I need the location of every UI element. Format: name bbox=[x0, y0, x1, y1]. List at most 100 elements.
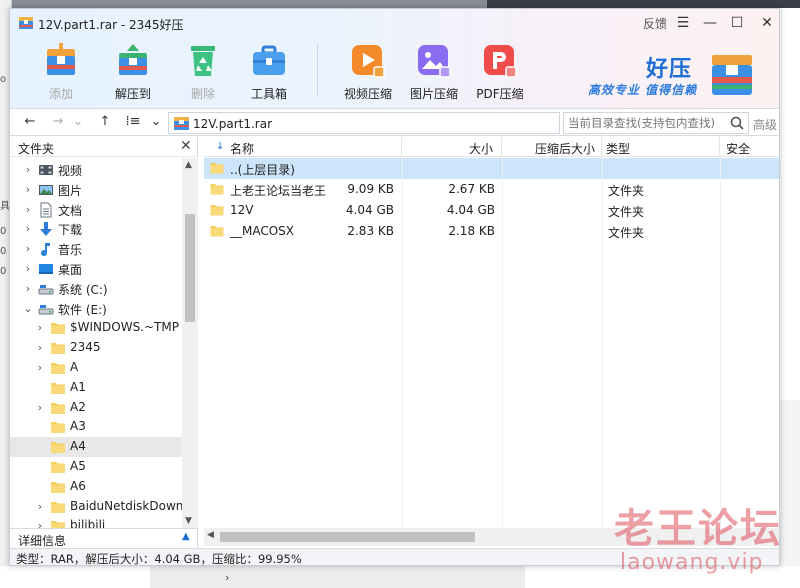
tree-item[interactable]: › A2 bbox=[10, 398, 182, 418]
chevron-right-icon[interactable]: › bbox=[34, 340, 46, 356]
tree-item[interactable]: › 图片 bbox=[10, 180, 182, 200]
folder-icon bbox=[210, 182, 224, 196]
chevron-right-icon[interactable]: › bbox=[34, 360, 46, 376]
title-bar[interactable]: 12V.part1.rar - 2345好压 反馈 ☰ — ☐ ✕ bbox=[10, 9, 779, 37]
tree-item[interactable]: › 2345 bbox=[10, 338, 182, 358]
column-type-label: 类型 bbox=[606, 142, 631, 156]
view-mode-icon[interactable]: ⁞≡ bbox=[125, 114, 141, 130]
brand-logo: 好压 高效专业 值得信赖 bbox=[588, 51, 778, 101]
chevron-right-icon[interactable]: › bbox=[22, 241, 34, 257]
chevron-right-icon[interactable]: › bbox=[34, 499, 46, 515]
tree-item-label: 图片 bbox=[58, 183, 83, 198]
table-row[interactable]: ..(上层目录) bbox=[204, 158, 779, 179]
hscrollbar-thumb[interactable] bbox=[220, 532, 475, 542]
image-compress-button[interactable]: 图片压缩 bbox=[403, 39, 465, 103]
forward-arrow-icon[interactable]: → bbox=[50, 114, 66, 130]
scroll-left-icon[interactable]: ◀ bbox=[207, 530, 214, 540]
column-separator bbox=[502, 157, 503, 528]
cell-packed: 4.04 GB bbox=[446, 203, 495, 217]
chevron-right-icon[interactable]: › bbox=[22, 182, 34, 198]
chevron-right-icon[interactable]: › bbox=[22, 281, 34, 297]
minimize-button[interactable]: — bbox=[699, 13, 721, 33]
close-button[interactable]: ✕ bbox=[756, 13, 778, 33]
path-field[interactable]: 12V.part1.rar bbox=[168, 112, 560, 134]
folder-icon bbox=[50, 439, 66, 455]
delete-button[interactable]: 删除 bbox=[172, 39, 234, 103]
details-panel-header[interactable]: 详细信息 ▲ bbox=[10, 528, 198, 548]
tree-item[interactable]: › 下载 bbox=[10, 219, 182, 239]
ribbon: 12V.part1.rar - 2345好压 反馈 ☰ — ☐ ✕ 添加 解压到… bbox=[10, 9, 779, 109]
tree-item[interactable]: › 文档 bbox=[10, 200, 182, 220]
folder-panel-header: 文件夹 ✕ bbox=[10, 137, 198, 157]
toolbar-divider bbox=[317, 43, 318, 97]
feedback-link[interactable]: 反馈 bbox=[643, 15, 667, 32]
pdf-compress-icon bbox=[484, 45, 517, 78]
tree-item[interactable]: › $WINDOWS.~TMP bbox=[10, 318, 182, 338]
brand-slogan: 高效专业 值得信赖 bbox=[588, 83, 698, 97]
scroll-down-icon[interactable]: ▼ bbox=[185, 516, 192, 526]
tree-item-label: 桌面 bbox=[58, 263, 83, 277]
folder-tree-scrollbar[interactable]: ▲ ▼ bbox=[182, 158, 198, 528]
tree-item[interactable]: A4 bbox=[10, 437, 182, 458]
tree-item[interactable]: › 音乐 bbox=[10, 239, 182, 259]
video-compress-button[interactable]: 视频压缩 bbox=[337, 39, 399, 103]
tree-item[interactable]: A1 bbox=[10, 378, 182, 398]
chevron-right-icon[interactable]: › bbox=[22, 202, 34, 218]
history-dropdown-icon[interactable]: ⌄ bbox=[70, 114, 86, 130]
tree-item[interactable]: › BaiduNetdiskDownl bbox=[10, 497, 182, 517]
tree-item[interactable]: A5 bbox=[10, 457, 182, 477]
column-separator bbox=[402, 157, 403, 528]
tree-item[interactable]: ⌄ 软件 (E:) bbox=[10, 299, 182, 319]
pdf-compress-button[interactable]: PDF压缩 bbox=[469, 39, 531, 103]
file-list-hscrollbar[interactable]: ◀ bbox=[204, 528, 779, 546]
column-header-name[interactable]: ↓ 名称 bbox=[204, 137, 402, 157]
column-header-type[interactable]: 类型 bbox=[602, 137, 720, 157]
chevron-right-icon[interactable]: › bbox=[22, 261, 34, 277]
desktop-folder-icon bbox=[38, 261, 54, 277]
tree-item-label: 音乐 bbox=[58, 243, 83, 258]
tree-item[interactable]: › 视频 bbox=[10, 160, 182, 180]
bg-fragment: 0 bbox=[0, 266, 7, 277]
up-arrow-icon[interactable]: ↑ bbox=[97, 114, 113, 130]
search-box bbox=[563, 112, 749, 134]
table-row[interactable]: 12V 4.04 GB 4.04 GB 文件夹 bbox=[204, 200, 779, 221]
tree-item[interactable]: › 桌面 bbox=[10, 259, 182, 279]
tree-item[interactable]: › bilibili bbox=[10, 516, 182, 528]
scrollbar-thumb[interactable] bbox=[185, 214, 195, 322]
search-icon[interactable] bbox=[729, 115, 745, 131]
scroll-up-icon[interactable]: ▲ bbox=[185, 160, 192, 170]
view-dropdown-icon[interactable]: ⌄ bbox=[148, 114, 164, 130]
menu-button[interactable]: ☰ bbox=[672, 13, 694, 33]
tree-item[interactable]: › A bbox=[10, 358, 182, 378]
column-header-packed[interactable]: 压缩后大小 bbox=[502, 137, 602, 157]
maximize-button[interactable]: ☐ bbox=[726, 13, 748, 33]
chevron-right-icon[interactable]: › bbox=[22, 221, 34, 237]
close-folder-panel-icon[interactable]: ✕ bbox=[180, 138, 192, 154]
tree-item-label: $WINDOWS.~TMP bbox=[70, 320, 179, 335]
table-row[interactable]: __MACOSX 2.83 KB 2.18 KB 文件夹 bbox=[204, 221, 779, 242]
add-button[interactable]: 添加 bbox=[30, 39, 92, 103]
advanced-search-link[interactable]: 高级 bbox=[753, 116, 777, 133]
background-window-top bbox=[487, 0, 800, 8]
sort-arrow-icon: ↓ bbox=[216, 141, 225, 152]
chevron-right-icon[interactable]: › bbox=[34, 518, 46, 528]
folder-panel-title: 文件夹 bbox=[18, 142, 55, 156]
collapse-details-icon[interactable]: ▲ bbox=[182, 531, 190, 542]
video-compress-icon bbox=[352, 45, 385, 78]
chevron-down-icon[interactable]: ⌄ bbox=[22, 301, 34, 317]
column-header-security[interactable]: 安全 bbox=[720, 137, 779, 157]
tree-item[interactable]: A3 bbox=[10, 417, 182, 437]
column-header-size[interactable]: 大小 bbox=[402, 137, 502, 157]
bg-fragment: 0 bbox=[0, 226, 7, 237]
back-arrow-icon[interactable]: ← bbox=[22, 114, 38, 130]
chevron-right-icon[interactable]: › bbox=[34, 400, 46, 416]
chevron-right-icon[interactable]: › bbox=[22, 162, 34, 178]
tree-item[interactable]: A6 bbox=[10, 477, 182, 497]
extract-to-button[interactable]: 解压到 bbox=[102, 39, 164, 103]
folder-icon bbox=[50, 479, 66, 495]
tree-item[interactable]: › 系统 (C:) bbox=[10, 279, 182, 299]
chevron-right-icon[interactable]: › bbox=[34, 320, 46, 336]
table-row[interactable]: 上老王论坛当老王 9.09 KB 2.67 KB 文件夹 bbox=[204, 179, 779, 200]
search-input[interactable] bbox=[565, 114, 725, 132]
toolbox-button[interactable]: 工具箱 bbox=[238, 39, 300, 103]
